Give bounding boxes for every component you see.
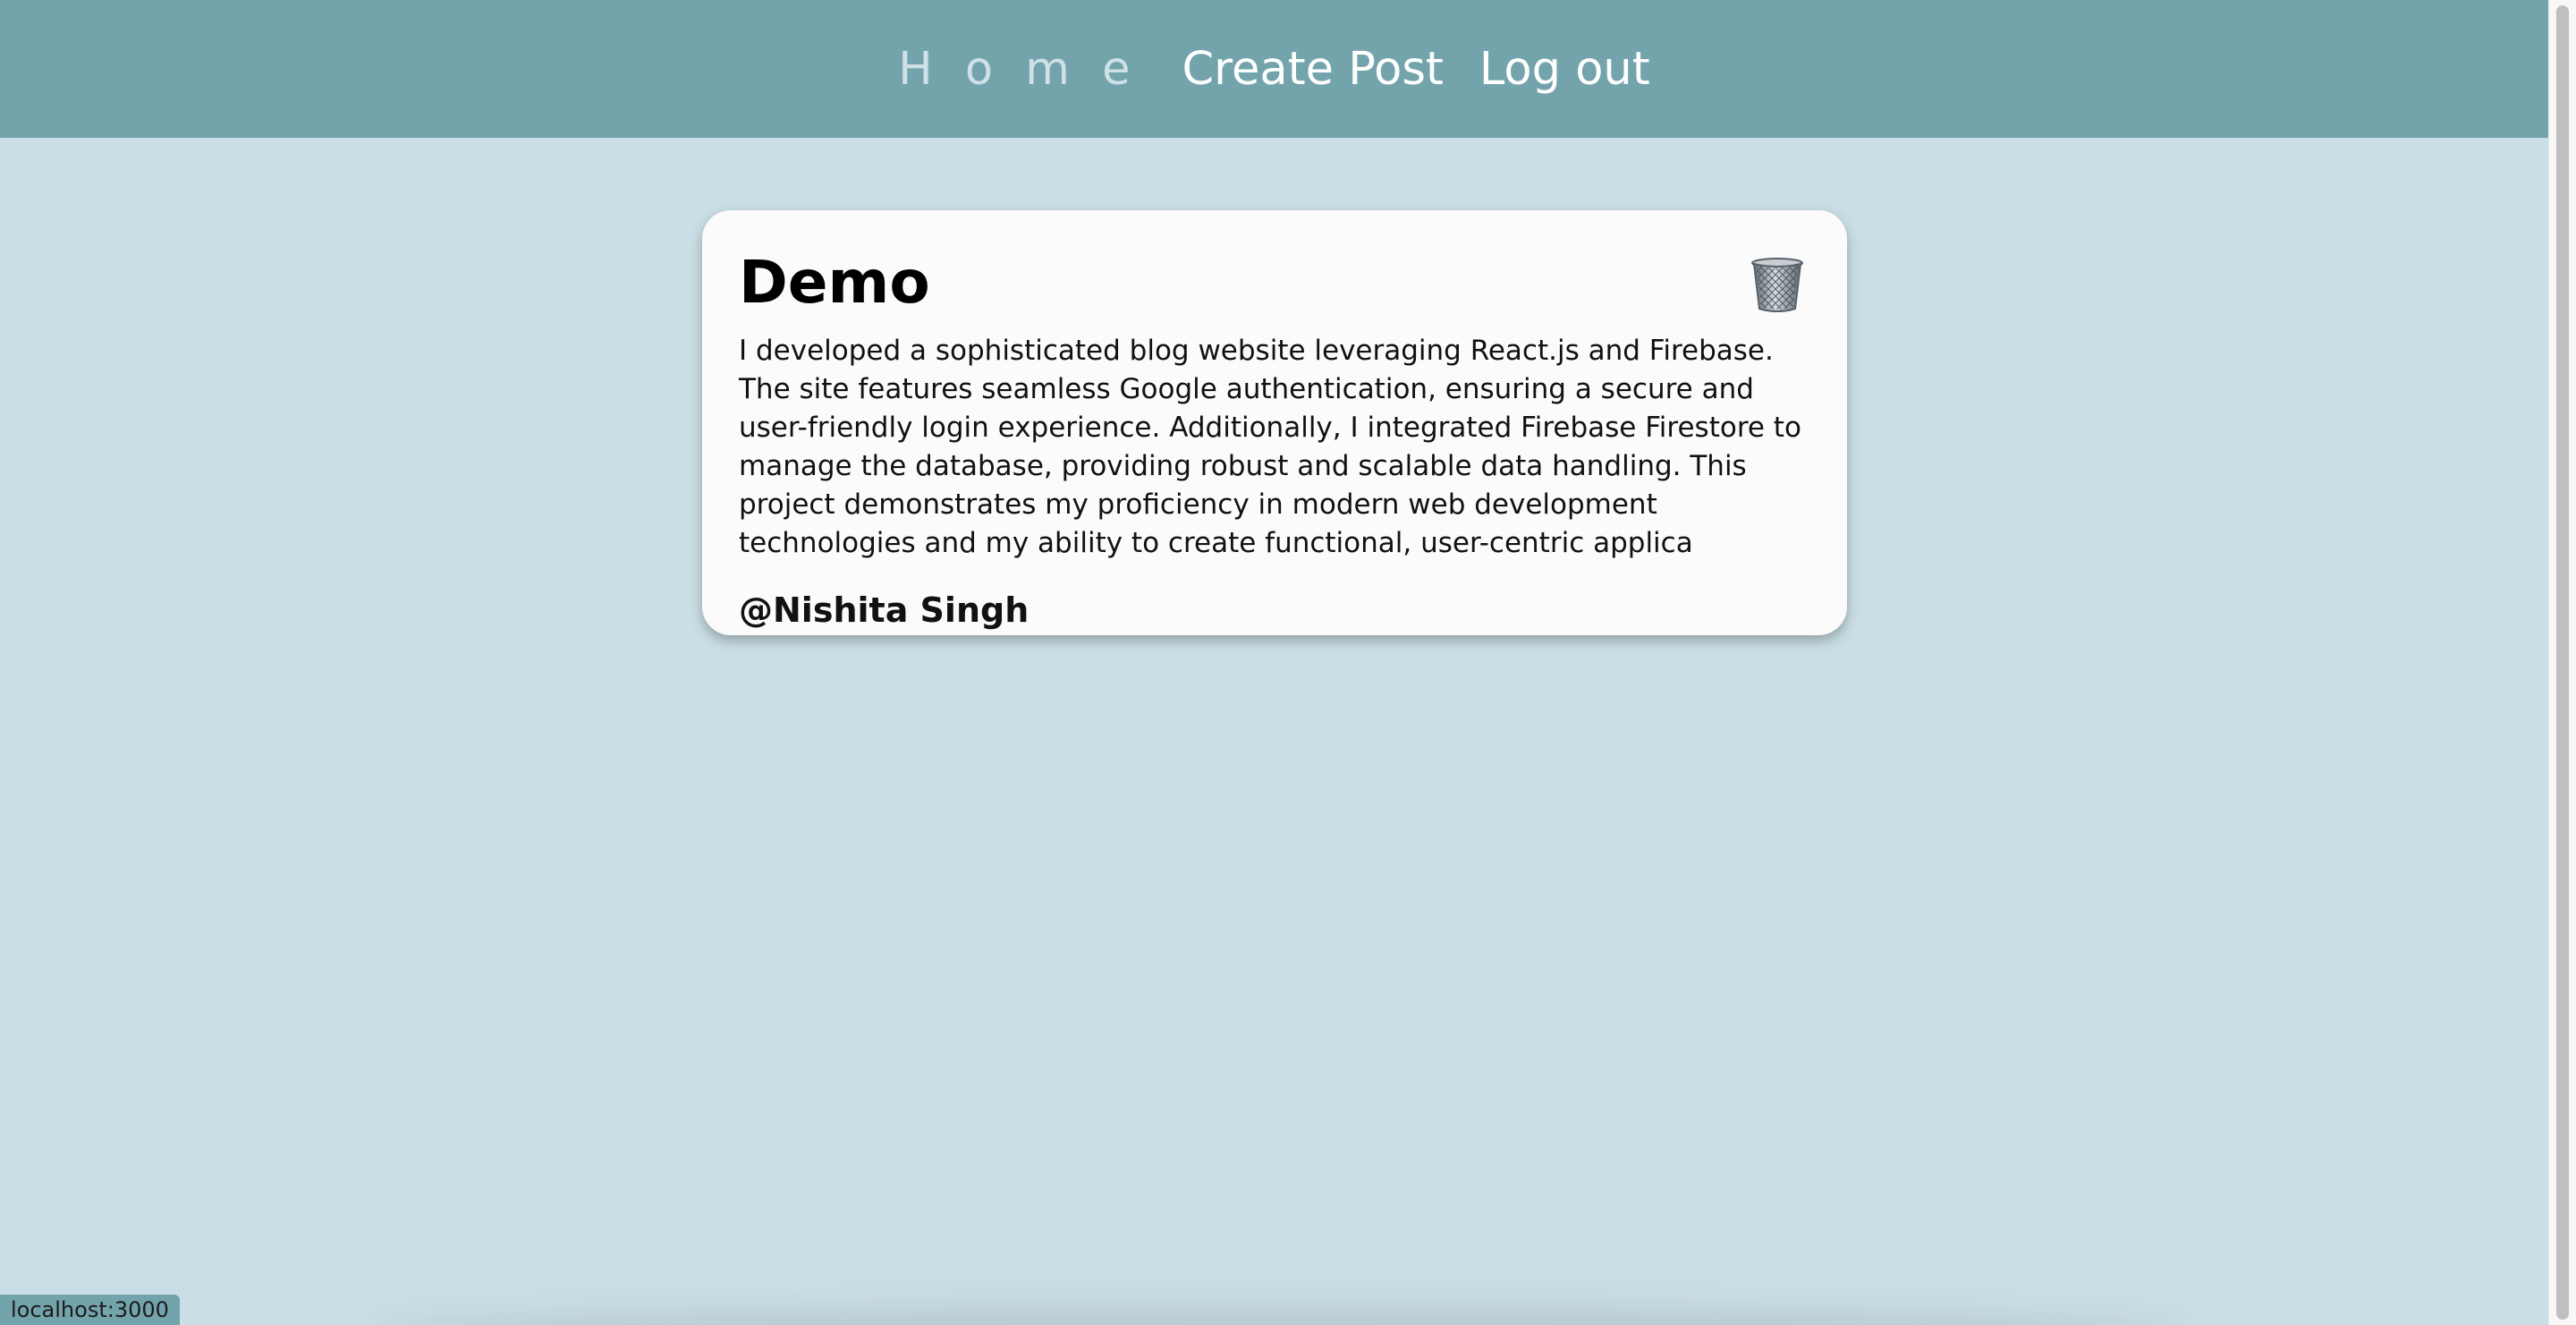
post-body: I developed a sophisticated blog website…: [739, 335, 1801, 559]
status-url: localhost:3000: [11, 1297, 169, 1322]
post-card: Demo I developed a sophisticated blog we…: [702, 210, 1847, 635]
browser-status-bar: localhost:3000: [0, 1295, 180, 1325]
scrollbar-thumb[interactable]: [2556, 5, 2569, 1320]
delete-post-button[interactable]: [1750, 257, 1804, 314]
post-title: Demo: [739, 248, 930, 317]
trash-icon: [1751, 258, 1803, 312]
nav-log-out-link[interactable]: Log out: [1479, 47, 1650, 92]
vertical-scrollbar[interactable]: [2548, 0, 2576, 1325]
post-author: @Nishita Singh: [739, 590, 1030, 630]
nav-create-post-link[interactable]: Create Post: [1182, 47, 1444, 92]
nav-home-link[interactable]: H o m e: [898, 47, 1139, 92]
top-navbar: H o m e Create Post Log out: [0, 0, 2548, 138]
bottom-shadow: [376, 1309, 2182, 1325]
